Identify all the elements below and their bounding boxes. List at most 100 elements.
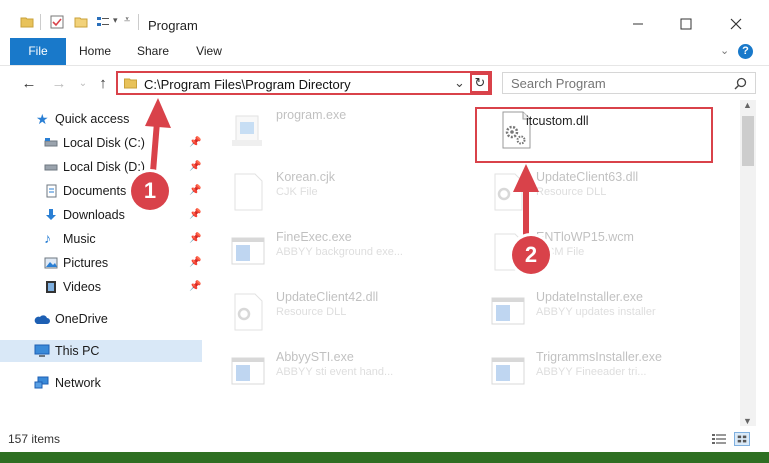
scroll-down-icon[interactable]: ▼ [743,416,752,426]
app-window-icon [491,357,525,385]
back-button[interactable]: ← [20,74,38,92]
forward-button[interactable]: → [50,74,68,92]
app-window-icon [231,237,265,265]
vertical-scrollbar[interactable]: ▲ ▼ [740,100,756,426]
maximize-button[interactable] [664,10,708,38]
nav-item-local-disk-d[interactable]: Local Disk (D:) 📌 [0,156,204,178]
address-dropdown-icon[interactable]: ⌄ [454,75,465,91]
nav-item-label: Pictures [63,256,109,270]
tab-share[interactable]: Share [130,38,176,65]
nav-item-music[interactable]: ♪ Music 📌 [0,228,204,250]
file-item-abbyysti-exe[interactable]: AbbyySTI.exe ABBYY sti event hand... [210,346,450,396]
tab-view[interactable]: View [186,38,232,65]
pin-icon[interactable]: 📌 [189,185,201,196]
refresh-button[interactable]: ↻ [470,73,490,93]
details-view-icon[interactable] [712,433,726,445]
exe-icon [232,115,262,146]
nav-item-local-disk-c[interactable]: Local Disk (C:) 📌 [0,132,204,154]
callout-badge-2: 2 [512,236,550,274]
close-button[interactable] [714,10,758,38]
new-folder-icon[interactable] [74,15,88,29]
customize-qat-icon[interactable]: ⩡ [124,14,130,27]
qat-divider [40,14,41,30]
pictures-icon [44,257,58,269]
scroll-up-icon[interactable]: ▲ [743,100,752,110]
blank-file-icon [234,173,263,211]
file-name: AbbyySTI.exe [276,350,354,364]
nav-item-pictures[interactable]: Pictures 📌 [0,252,204,274]
cloud-icon [34,315,50,324]
search-box[interactable] [502,72,756,94]
file-item-updateclient63-dll[interactable]: UpdateClient63.dll Resource DLL [470,166,710,216]
up-button[interactable]: ↑ [94,74,112,92]
gear-file-icon [494,173,523,211]
drive-icon [44,164,58,171]
file-name: Korean.cjk [276,170,336,184]
star-icon: ★ [36,111,49,127]
nav-item-label: Network [55,376,101,390]
file-name: FineExec.exe [276,230,352,244]
nav-item-label: This PC [55,344,100,358]
nav-item-quick-access[interactable]: ★ Quick access [0,108,204,130]
file-name: UpdateClient63.dll [536,170,639,184]
close-icon [730,18,742,30]
pin-icon[interactable]: 📌 [189,281,201,292]
navigation-pane: ★ Quick access Local Disk (C:) 📌 Local D… [0,100,210,426]
minimize-button[interactable] [616,10,660,38]
file-item-trigrammsinstaller-exe[interactable]: TrigrammsInstaller.exe ABBYY Fineeader t… [470,346,710,396]
nav-item-label: Local Disk (D:) [63,160,145,174]
pin-icon[interactable]: 📌 [189,161,201,172]
search-input[interactable] [511,73,731,93]
music-icon: ♪ [44,230,51,246]
file-item-korean-cjk[interactable]: Korean.cjk CJK File [210,166,450,216]
tab-file[interactable]: File [10,38,66,65]
arrow-left-icon: ← [21,74,37,92]
title-divider [138,14,139,30]
search-icon [734,77,747,90]
expand-ribbon-icon[interactable]: ⌄ [720,44,729,57]
address-bar[interactable]: C:\Program Files\Program Directory ⌄ [116,71,492,95]
file-item-updateinstaller-exe[interactable]: UpdateInstaller.exe ABBYY updates instal… [470,286,710,336]
properties-icon[interactable] [50,15,64,29]
app-window-icon [491,297,525,325]
tab-home[interactable]: Home [72,38,118,65]
qat-dropdown-icon[interactable]: ▾ [113,15,118,26]
minimize-icon [633,23,643,25]
nav-item-network[interactable]: Network [0,372,204,394]
ribbon: File Home Share View ⌄ ? [0,38,769,66]
pin-icon[interactable]: 📌 [189,257,201,268]
file-type: Resource DLL [536,186,607,198]
file-item-fineexec-exe[interactable]: FineExec.exe ABBYY background exe... [210,226,450,276]
pin-icon[interactable]: 📌 [189,233,201,244]
large-icons-view-icon[interactable] [734,432,750,446]
gear-file-icon [234,293,263,331]
nav-item-this-pc[interactable]: This PC [0,340,202,362]
address-path: C:\Program Files\Program Directory [144,77,351,92]
address-row: ← → ⌄ ↑ C:\Program Files\Program Directo… [0,66,769,100]
nav-item-videos[interactable]: Videos 📌 [0,276,204,298]
pin-icon[interactable]: 📌 [189,137,201,148]
recent-locations-button[interactable]: ⌄ [74,74,92,92]
nav-item-label: Music [63,232,96,246]
nav-item-label: Quick access [55,112,130,126]
refresh-icon: ↻ [474,75,486,90]
file-name: TrigrammsInstaller.exe [536,350,662,364]
nav-item-label: OneDrive [55,312,108,326]
file-name: UpdateClient42.dll [276,290,379,304]
window-title: Program [148,18,198,33]
help-icon[interactable]: ? [738,44,753,59]
file-name: UpdateInstaller.exe [536,290,644,304]
folder-icon[interactable] [20,15,34,29]
file-item-updateclient42-dll[interactable]: UpdateClient42.dll Resource DLL [210,286,450,336]
nav-item-onedrive[interactable]: OneDrive [0,308,204,330]
pin-icon[interactable]: 📌 [189,209,201,220]
callout-badge-1: 1 [131,172,169,210]
nav-item-documents[interactable]: Documents 📌 [0,180,204,202]
file-item-entlowp15-wcm[interactable]: ENTloWP15.wcm WCM File [470,226,710,276]
nav-item-downloads[interactable]: Downloads 📌 [0,204,204,226]
file-item-program-exe[interactable]: program.exe [210,104,450,154]
maximize-icon [680,18,692,30]
scroll-thumb[interactable] [742,116,754,166]
view-options-icon[interactable] [96,15,110,29]
file-name: program.exe [276,108,347,122]
